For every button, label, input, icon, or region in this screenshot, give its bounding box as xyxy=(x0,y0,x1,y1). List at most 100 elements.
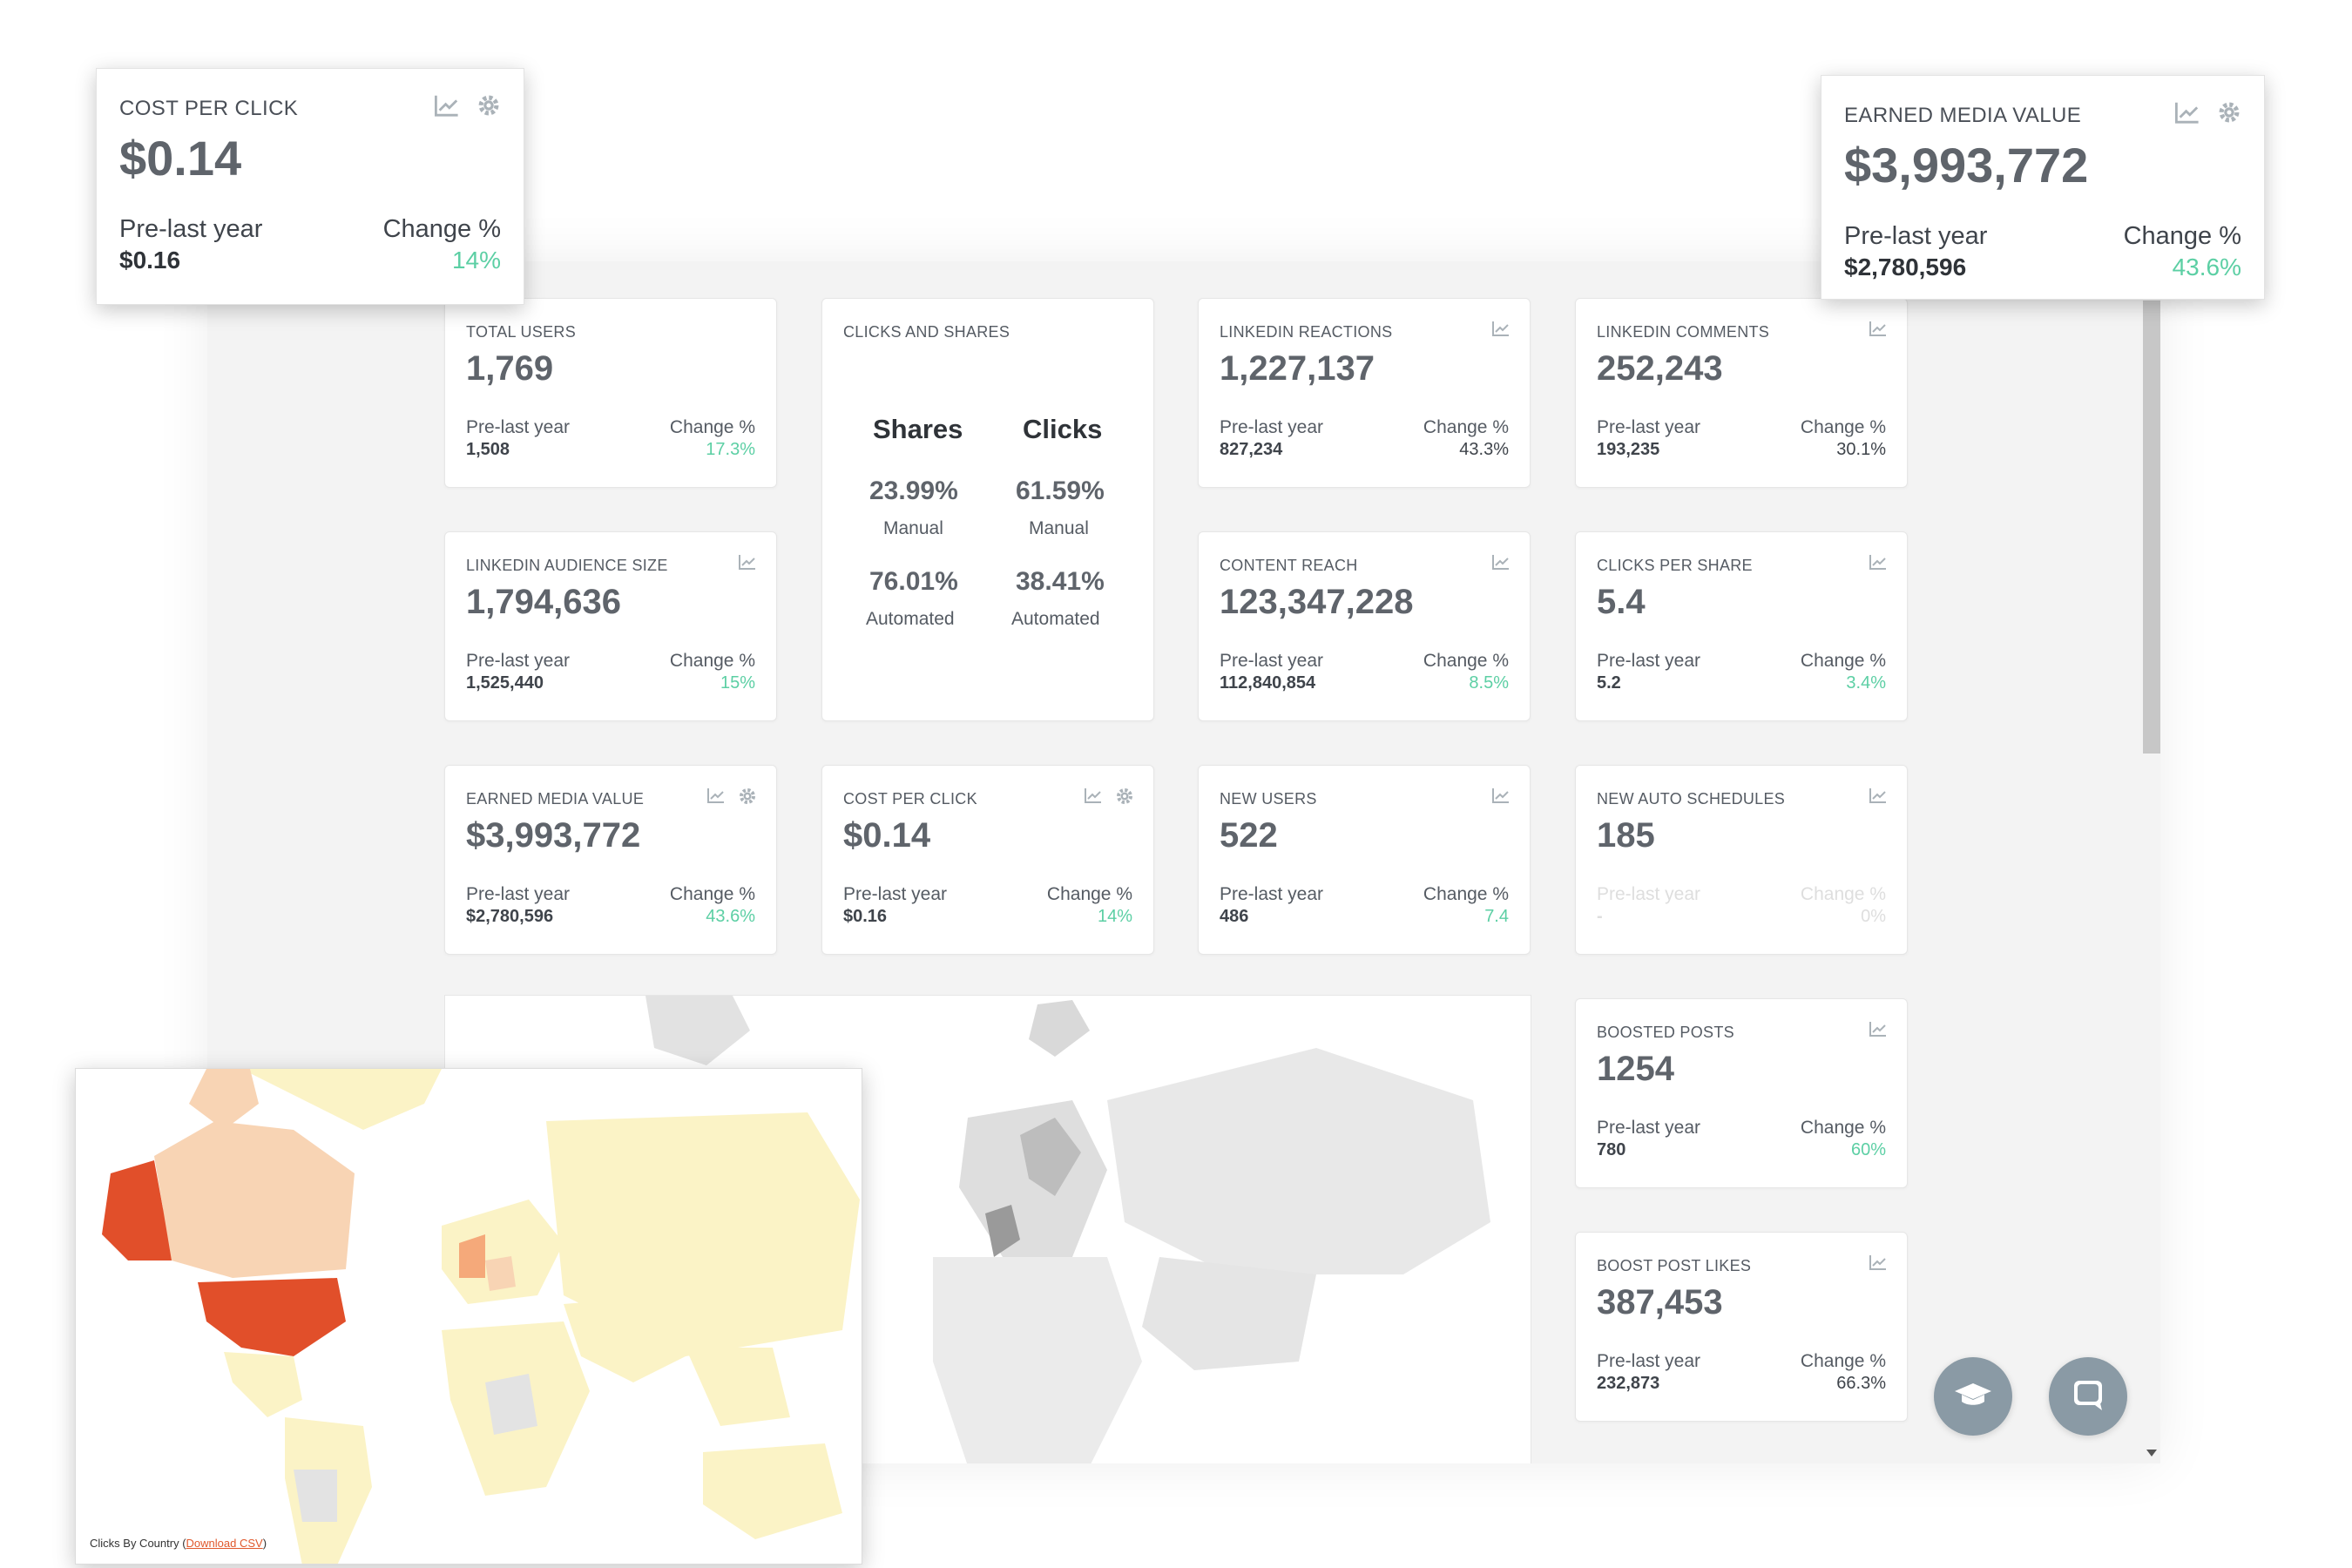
chart-icon[interactable] xyxy=(1084,787,1103,804)
card-title: LINKEDIN REACTIONS xyxy=(1220,323,1393,341)
academy-button[interactable] xyxy=(1934,1357,2012,1436)
card-value: 387,453 xyxy=(1597,1283,1723,1321)
prev-label: Pre-last year xyxy=(1597,651,1701,671)
card-title: CONTENT REACH xyxy=(1220,557,1358,574)
change-label: Change % xyxy=(1800,417,1886,437)
card-value: $0.14 xyxy=(843,816,931,855)
chart-icon[interactable] xyxy=(1491,787,1511,804)
prev-label: Pre-last year xyxy=(466,417,571,437)
prev-value: 780 xyxy=(1597,1140,1626,1159)
prev-value: 193,235 xyxy=(1597,440,1660,459)
change-label: Change % xyxy=(1800,1351,1886,1371)
popout-title: COST PER CLICK xyxy=(119,97,299,120)
chart-icon[interactable] xyxy=(1491,320,1511,337)
chart-icon[interactable] xyxy=(1869,320,1888,337)
chart-icon[interactable] xyxy=(433,93,461,122)
download-csv-link[interactable]: Download CSV xyxy=(186,1537,263,1550)
prev-label: Pre-last year xyxy=(466,651,571,671)
card-title: EARNED MEDIA VALUE xyxy=(466,790,645,808)
prev-value: $0.16 xyxy=(119,247,181,274)
card-boost-post-likes[interactable]: BOOST POST LIKES 387,453 Pre-last year 2… xyxy=(1575,1232,1908,1422)
change-label: Change % xyxy=(382,215,501,243)
scrollbar[interactable] xyxy=(2143,261,2160,1455)
prev-label: Pre-last year xyxy=(1844,222,1988,250)
chart-icon[interactable] xyxy=(1869,1020,1888,1037)
card-earned-media-value[interactable]: EARNED MEDIA VALUE $3,993,772 Pre-last y… xyxy=(444,765,777,955)
scrollbar-thumb[interactable] xyxy=(2143,301,2160,754)
prev-value: $2,780,596 xyxy=(1844,253,1967,280)
card-value: 5.4 xyxy=(1597,583,1646,621)
change-value: 3.4% xyxy=(1846,673,1886,693)
prev-value: 232,873 xyxy=(1597,1374,1660,1393)
clicks-manual-label: Manual xyxy=(1029,518,1089,538)
card-title: CLICKS PER SHARE xyxy=(1597,557,1753,574)
prev-value: 1,525,440 xyxy=(466,673,544,693)
chat-button[interactable] xyxy=(2049,1357,2127,1436)
card-value: $3,993,772 xyxy=(466,816,641,855)
chart-icon[interactable] xyxy=(1491,553,1511,571)
chart-icon[interactable] xyxy=(2173,100,2201,129)
chart-icon[interactable] xyxy=(706,787,726,804)
prev-label: Pre-last year xyxy=(1220,884,1324,904)
popout-title: EARNED MEDIA VALUE xyxy=(1844,104,2082,127)
chat-icon xyxy=(2069,1375,2107,1418)
change-value: 14% xyxy=(451,247,501,274)
card-linkedin-audience-size[interactable]: LINKEDIN AUDIENCE SIZE 1,794,636 Pre-las… xyxy=(444,531,777,721)
prev-value: 486 xyxy=(1220,907,1249,926)
change-label: Change % xyxy=(669,651,755,671)
prev-label: Pre-last year xyxy=(1220,417,1324,437)
card-title: NEW AUTO SCHEDULES xyxy=(1597,790,1786,808)
clicks-manual-pct: 61.59% xyxy=(1016,476,1105,505)
card-title: LINKEDIN AUDIENCE SIZE xyxy=(466,557,668,574)
gear-icon[interactable] xyxy=(476,93,501,122)
card-title: COST PER CLICK xyxy=(843,790,977,808)
scroll-down-arrow-icon[interactable] xyxy=(2146,1450,2157,1456)
card-clicks-per-share[interactable]: CLICKS PER SHARE 5.4 Pre-last year 5.2 C… xyxy=(1575,531,1908,721)
card-title: BOOST POST LIKES xyxy=(1597,1257,1752,1274)
prev-label: Pre-last year xyxy=(1220,651,1324,671)
card-clicks-and-shares[interactable]: CLICKS AND SHARES Shares Clicks 23.99% 6… xyxy=(821,298,1154,721)
chart-icon[interactable] xyxy=(1869,553,1888,571)
popout-clicks-by-country-map[interactable]: Clicks By Country (Download CSV) xyxy=(75,1068,862,1565)
card-value: 123,347,228 xyxy=(1220,583,1414,621)
gear-icon[interactable] xyxy=(2217,100,2241,129)
change-value: 7.4 xyxy=(1484,907,1509,926)
change-value: 66.3% xyxy=(1836,1374,1886,1393)
card-new-auto-schedules[interactable]: NEW AUTO SCHEDULES 185 Pre-last year - C… xyxy=(1575,765,1908,955)
gear-icon[interactable] xyxy=(738,787,757,806)
gear-icon[interactable] xyxy=(1115,787,1134,806)
card-linkedin-comments[interactable]: LINKEDIN COMMENTS 252,243 Pre-last year … xyxy=(1575,298,1908,488)
card-cost-per-click[interactable]: COST PER CLICK $0.14 Pre-last year $0.16… xyxy=(821,765,1154,955)
card-value: 1254 xyxy=(1597,1050,1674,1088)
change-label: Change % xyxy=(1423,884,1509,904)
prev-label: Pre-last year xyxy=(119,215,263,243)
chart-icon[interactable] xyxy=(738,553,757,571)
prev-value: - xyxy=(1597,907,1603,926)
shares-manual-pct: 23.99% xyxy=(869,476,958,505)
card-boosted-posts[interactable]: BOOSTED POSTS 1254 Pre-last year 780 Cha… xyxy=(1575,998,1908,1188)
card-linkedin-reactions[interactable]: LINKEDIN REACTIONS 1,227,137 Pre-last ye… xyxy=(1198,298,1531,488)
prev-value: $2,780,596 xyxy=(466,907,554,926)
card-total-users[interactable]: TOTAL USERS 1,769 Pre-last year 1,508 Ch… xyxy=(444,298,777,488)
popout-earned-media-value[interactable]: EARNED MEDIA VALUE $3,993,772 Pre-last y… xyxy=(1821,75,2265,300)
prev-value: $0.16 xyxy=(843,907,888,926)
change-label: Change % xyxy=(2123,222,2241,250)
change-value: 8.5% xyxy=(1469,673,1509,693)
card-content-reach[interactable]: CONTENT REACH 123,347,228 Pre-last year … xyxy=(1198,531,1531,721)
prev-value: 827,234 xyxy=(1220,440,1283,459)
shares-auto-pct: 76.01% xyxy=(869,567,958,596)
prev-label: Pre-last year xyxy=(843,884,948,904)
card-new-users[interactable]: NEW USERS 522 Pre-last year 486 Change %… xyxy=(1198,765,1531,955)
change-value: 60% xyxy=(1850,1140,1886,1159)
card-title: NEW USERS xyxy=(1220,790,1317,808)
change-label: Change % xyxy=(669,884,755,904)
popout-cost-per-click[interactable]: COST PER CLICK $0.14 Pre-last year $0.16… xyxy=(96,68,524,305)
change-label: Change % xyxy=(1046,884,1132,904)
prev-value: 5.2 xyxy=(1597,673,1621,693)
clicks-header: Clicks xyxy=(1023,414,1103,444)
card-title: CLICKS AND SHARES xyxy=(843,323,1010,341)
chart-icon[interactable] xyxy=(1869,787,1888,804)
change-label: Change % xyxy=(669,417,755,437)
clicks-auto-pct: 38.41% xyxy=(1016,567,1105,596)
chart-icon[interactable] xyxy=(1869,1254,1888,1271)
